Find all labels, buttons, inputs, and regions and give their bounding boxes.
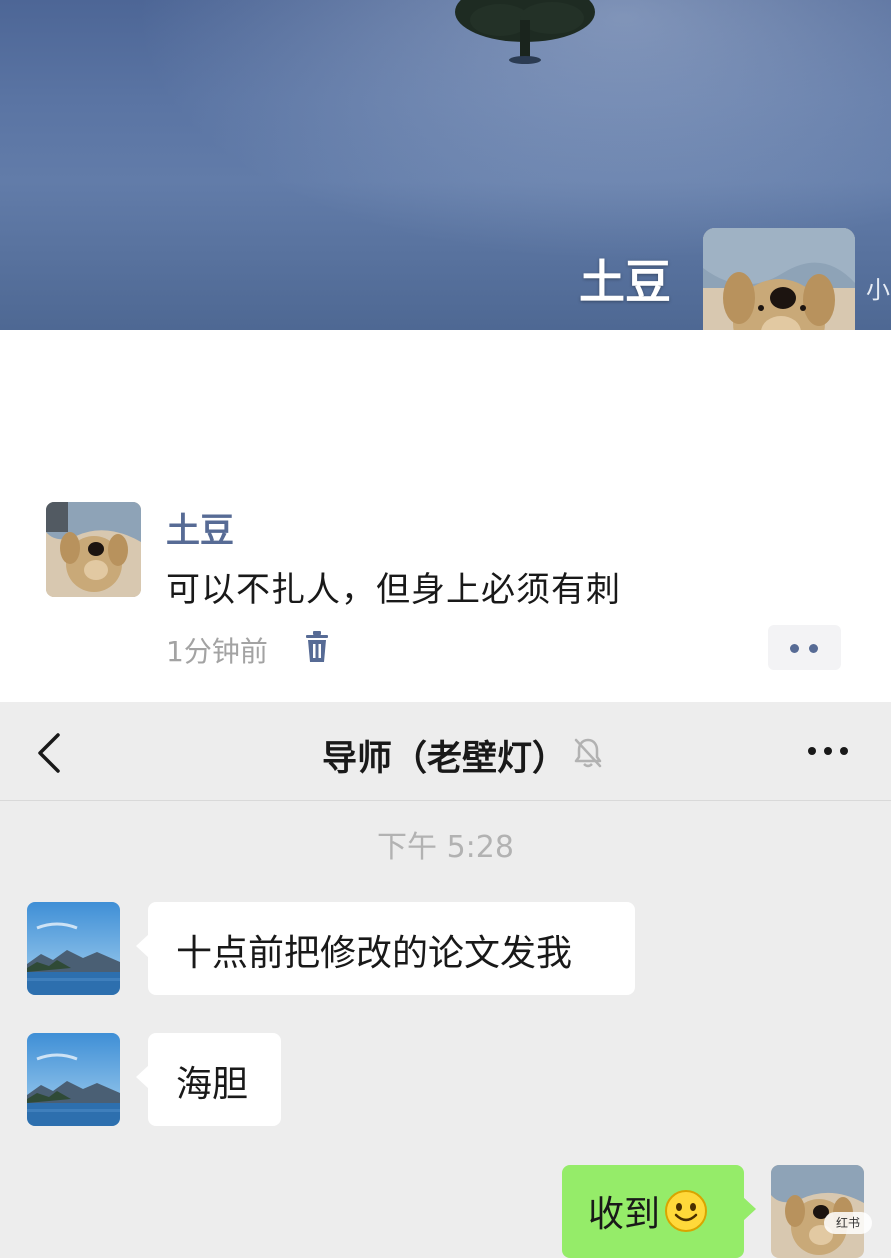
- chat-nav-bar: 导师（老壁灯）: [0, 702, 891, 801]
- bell-off-icon: [574, 738, 602, 768]
- tree-silhouette: [455, 0, 595, 64]
- more-dots-icon[interactable]: [805, 736, 851, 766]
- plush-dog-image: [46, 502, 141, 597]
- post-author-name[interactable]: 土豆: [166, 503, 234, 552]
- dot: [824, 747, 832, 755]
- post-more-button[interactable]: [768, 625, 841, 670]
- lake-landscape-image: [27, 902, 120, 995]
- dot: [809, 644, 818, 653]
- post-content: 可以不扎人，但身上必须有刺: [166, 570, 621, 610]
- lake-landscape-image: [27, 1033, 120, 1126]
- dot: [808, 747, 816, 755]
- dot: [840, 747, 848, 755]
- chevron-left-icon[interactable]: [34, 732, 64, 774]
- chat-time-divider: 下午 5:28: [377, 830, 514, 865]
- chat-title[interactable]: 导师（老壁灯）: [322, 730, 567, 781]
- watermark-badge: 红书: [824, 1212, 872, 1234]
- post-timestamp: 1分钟前: [166, 635, 268, 668]
- message-text: 收到: [588, 1194, 661, 1235]
- contact-avatar[interactable]: [27, 902, 120, 995]
- smile-emoji-icon: [665, 1190, 708, 1232]
- dot: [790, 644, 799, 653]
- cover-hint-text: 小: [866, 276, 890, 304]
- post-author-avatar[interactable]: [46, 502, 141, 597]
- contact-avatar[interactable]: [27, 1033, 120, 1126]
- message-bubble[interactable]: 十点前把修改的论文发我: [136, 902, 635, 995]
- message-bubble[interactable]: 海胆: [136, 1033, 281, 1126]
- message-text: 十点前把修改的论文发我: [176, 933, 573, 974]
- message-text: 海胆: [176, 1064, 249, 1105]
- sent-message-bubble[interactable]: 收到: [562, 1165, 756, 1258]
- cover-username: 土豆: [579, 255, 671, 309]
- trash-icon[interactable]: [302, 630, 332, 664]
